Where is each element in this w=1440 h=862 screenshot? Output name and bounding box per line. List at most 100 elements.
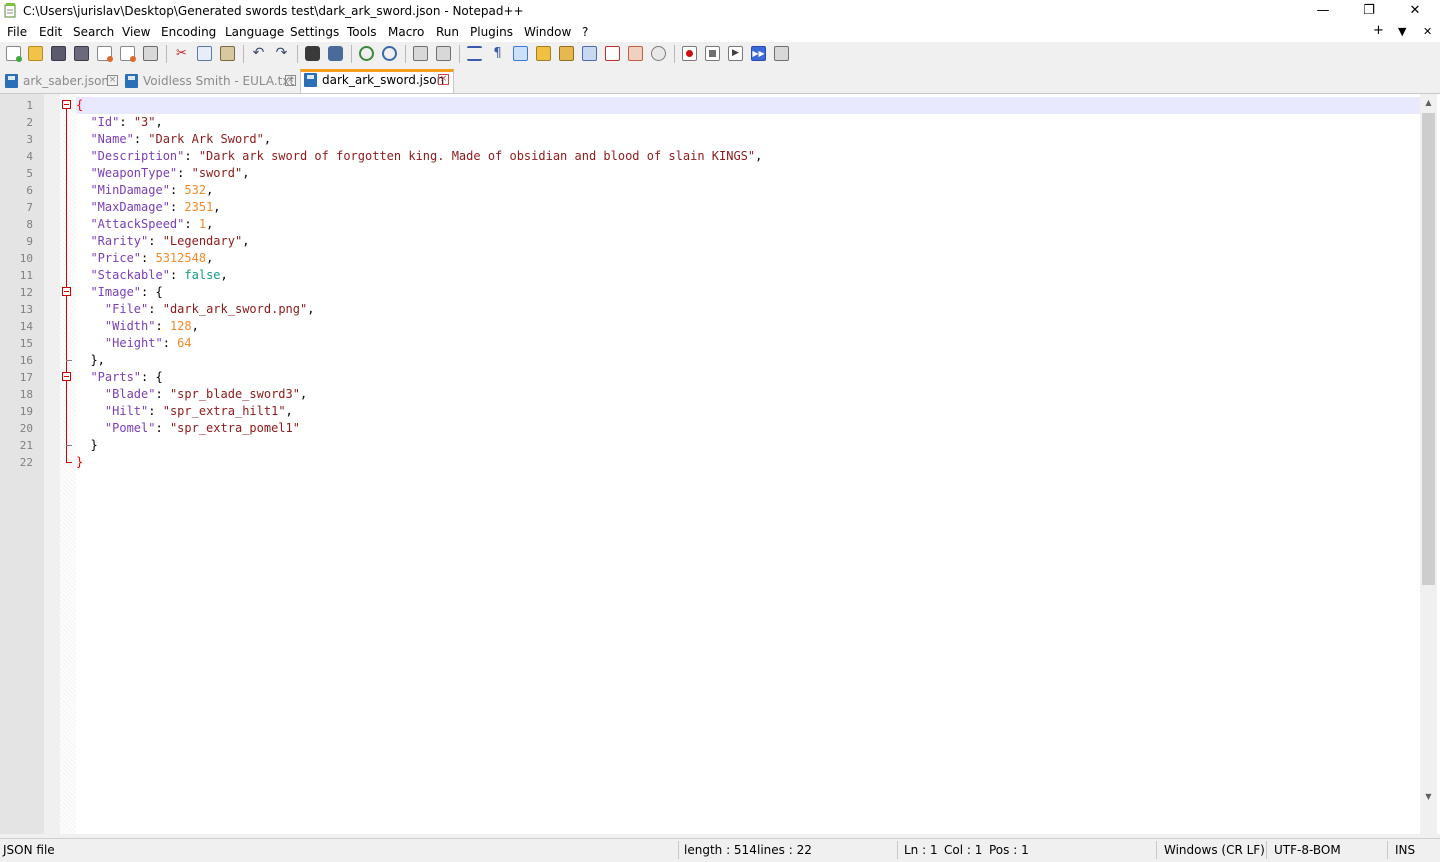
fold-toggle-image[interactable] [62,287,71,296]
new-tab-plus-button[interactable]: + [1373,23,1384,38]
status-encoding[interactable]: UTF-8-BOM [1274,843,1341,857]
code-line[interactable]: "Pomel": "spr_extra_pomel1" [76,420,1420,437]
record-macro-icon[interactable] [682,46,697,61]
code-token: "Dark ark sword of forgotten king. Made … [198,149,756,163]
code-line[interactable]: "MinDamage": 532, [76,182,1420,199]
fold-toggle-root[interactable] [62,100,71,109]
minimize-button[interactable]: — [1300,0,1346,22]
code-token: , [155,115,163,129]
menu-run[interactable]: Run [436,25,459,39]
code-token: : [169,200,185,214]
cut-icon[interactable]: ✂ [174,46,189,61]
redo-icon[interactable]: ↷ [274,46,289,61]
menu-window[interactable]: Window [524,25,571,39]
function-list-icon[interactable] [582,46,597,61]
code-line[interactable]: "WeaponType": "sword", [76,165,1420,182]
maximize-button[interactable]: ❐ [1346,0,1392,22]
code-line[interactable]: } [76,437,1420,454]
status-eol[interactable]: Windows (CR LF) [1164,843,1265,857]
find-icon[interactable] [305,46,320,61]
code-line[interactable]: "File": "dark_ark_sword.png", [76,301,1420,318]
code-line[interactable]: "Price": 5312548, [76,250,1420,267]
print-icon[interactable] [143,46,158,61]
save-all-icon[interactable] [74,46,89,61]
tab-close-icon[interactable]: × [285,75,296,86]
code-line[interactable]: "AttackSpeed": 1, [76,216,1420,233]
word-wrap-icon[interactable] [467,46,482,61]
menu-tools[interactable]: Tools [347,25,377,39]
code-line[interactable]: } [76,454,1420,471]
save-icon[interactable] [51,46,66,61]
open-file-icon[interactable] [28,46,43,61]
code-token: "AttackSpeed" [90,217,185,231]
new-file-icon[interactable] [6,46,22,62]
close-document-button[interactable]: ✕ [1423,25,1432,38]
code-line[interactable]: "Parts": { [76,369,1420,386]
code-line[interactable]: "Stackable": false, [76,267,1420,284]
menu-help[interactable]: ? [582,25,588,39]
menu-search[interactable]: Search [73,25,114,39]
zoom-in-icon[interactable] [359,46,374,61]
menu-edit[interactable]: Edit [39,25,62,39]
tab-label: dark_ark_sword.json [322,73,445,87]
code-line[interactable]: "Blade": "spr_blade_sword3", [76,386,1420,403]
tab-close-icon[interactable]: × [438,74,449,85]
scroll-up-arrow-icon[interactable]: ▲ [1420,94,1437,111]
tab-voidless-smith-eula[interactable]: Voidless Smith - EULA.txt × [122,71,298,92]
code-line[interactable]: "Description": "Dark ark sword of forgot… [76,148,1420,165]
menu-macro[interactable]: Macro [388,25,424,39]
code-token: : { [141,370,163,384]
close-all-icon[interactable] [120,46,136,62]
zoom-out-icon[interactable] [382,46,397,61]
user-lang-icon[interactable] [536,46,551,61]
menu-plugins[interactable]: Plugins [470,25,513,39]
replace-icon[interactable] [328,46,343,61]
code-line[interactable]: "Id": "3", [76,114,1420,131]
vertical-scrollbar[interactable]: ▲ ▼ [1420,94,1437,834]
code-token: , [285,404,293,418]
tab-close-icon[interactable]: × [107,75,118,86]
code-line[interactable]: { [76,97,1420,114]
scroll-down-arrow-icon[interactable]: ▼ [1420,788,1437,805]
stop-macro-icon[interactable] [705,46,720,61]
editor-area[interactable]: 1 2 3 4 5 6 7 8 9 10 11 12 13 14 15 16 17 18 19 20 21 22 { "I… [0,94,1440,834]
copy-icon[interactable] [197,46,212,61]
status-insert-mode[interactable]: INS [1395,843,1415,857]
tab-ark-saber[interactable]: ark_saber.json × [2,71,120,92]
tab-dark-ark-sword[interactable]: dark_ark_sword.json × [300,69,454,93]
code-token: 2351 [184,200,214,214]
sync-horizontal-icon[interactable] [436,46,451,61]
folder-workspace-icon[interactable] [605,46,620,61]
show-all-chars-icon[interactable]: ¶ [490,46,505,61]
code-line[interactable]: "Width": 128, [76,318,1420,335]
monitor-icon[interactable] [651,46,666,61]
doc-map-icon[interactable] [559,46,574,61]
code-line[interactable]: "Name": "Dark Ark Sword", [76,131,1420,148]
undo-icon[interactable]: ↶ [251,46,266,61]
menu-view[interactable]: View [122,25,150,39]
paste-icon[interactable] [220,46,235,61]
code-line[interactable]: "Rarity": "Legendary", [76,233,1420,250]
menu-encoding[interactable]: Encoding [161,25,216,39]
code-line[interactable]: }, [76,352,1420,369]
menu-file[interactable]: File [7,25,27,39]
run-macro-multiple-icon[interactable]: ▶▶ [751,46,766,61]
tab-list-dropdown-button[interactable]: ▼ [1398,25,1406,38]
code-line[interactable]: "MaxDamage": 2351, [76,199,1420,216]
code-line[interactable]: "Image": { [76,284,1420,301]
save-macro-icon[interactable] [774,46,789,61]
code-token: : [155,387,170,401]
menu-language[interactable]: Language [225,25,284,39]
code-line[interactable]: "Height": 64 [76,335,1420,352]
code-token: : [184,149,199,163]
play-macro-icon[interactable]: ▶ [728,46,743,61]
close-icon[interactable] [97,46,113,62]
scroll-thumb[interactable] [1422,113,1435,585]
indent-guide-icon[interactable] [513,46,528,61]
menu-settings[interactable]: Settings [290,25,339,39]
code-line[interactable]: "Hilt": "spr_extra_hilt1", [76,403,1420,420]
sync-vertical-icon[interactable] [413,46,428,61]
fold-toggle-parts[interactable] [62,372,71,381]
doc-switcher-icon[interactable] [628,46,643,61]
window-close-button[interactable]: ✕ [1392,0,1438,22]
